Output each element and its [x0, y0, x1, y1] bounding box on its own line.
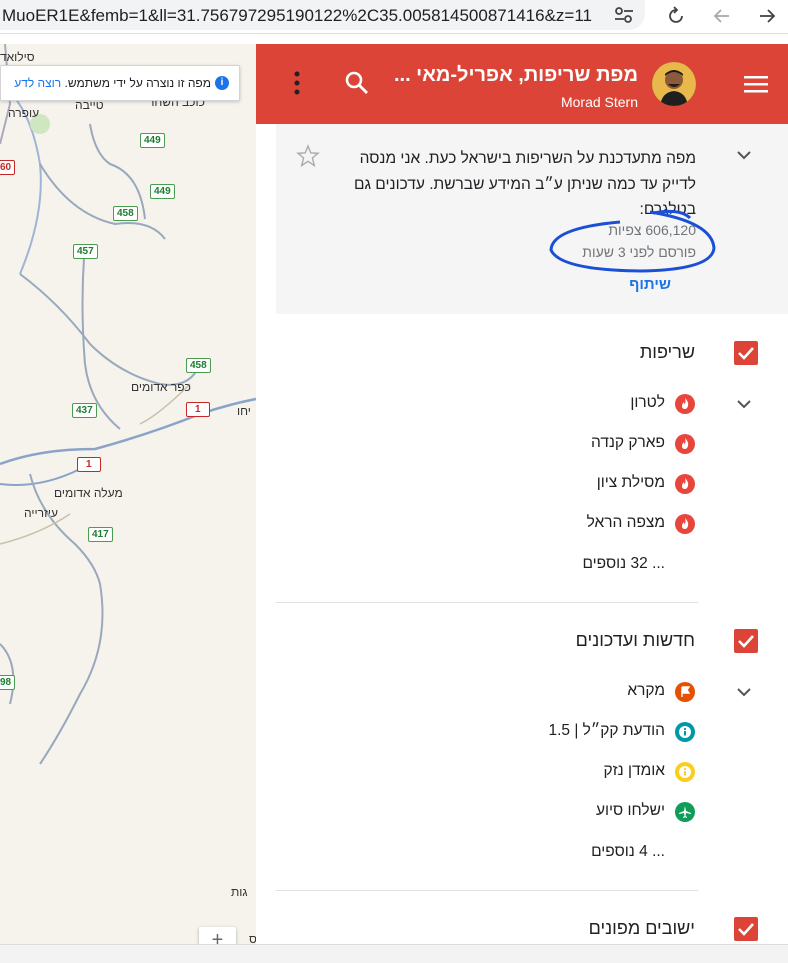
- layer-title-news[interactable]: חדשות ועדכונים: [576, 630, 695, 651]
- menu-icon[interactable]: [744, 74, 768, 94]
- map-canvas[interactable]: סילואד כוכב השחר עופרה טייבה כפר אדומים …: [0, 44, 256, 944]
- list-item-label: לטרון: [630, 394, 665, 411]
- flag-icon: [675, 682, 695, 702]
- notice-text: מפה זו נוצרה על ידי משתמש.: [64, 76, 211, 90]
- route-shield: 449: [140, 133, 165, 148]
- route-shield: 458: [113, 206, 138, 221]
- star-icon[interactable]: [296, 144, 320, 168]
- address-bar[interactable]: MuoER1E&femb=1&ll=31.756797295190122%2C3…: [0, 0, 645, 30]
- notice-learn-more-link[interactable]: רוצה לדע: [14, 76, 61, 90]
- plane-icon: [675, 802, 695, 822]
- list-item[interactable]: מצפה הראל: [555, 514, 695, 536]
- posted-time: פורסם לפני 3 שעות: [582, 244, 696, 260]
- list-item-label: פארק קנדה: [590, 434, 665, 451]
- layer-checkbox-evacuated[interactable]: [734, 917, 758, 941]
- avatar[interactable]: [652, 62, 696, 106]
- route-shield: 1: [186, 402, 210, 417]
- more-items-link[interactable]: ... 32 נוספים: [582, 555, 665, 573]
- layer-expand-chevron-icon[interactable]: [736, 687, 752, 697]
- browser-toolbar: MuoER1E&femb=1&ll=31.756797295190122%2C3…: [0, 0, 788, 34]
- zoom-in-button[interactable]: +: [199, 927, 236, 944]
- collapse-chevron-icon[interactable]: [736, 150, 752, 160]
- divider: [276, 890, 698, 891]
- map-label: מעלה אדומים: [54, 486, 123, 500]
- user-map-notice: i מפה זו נוצרה על ידי משתמש. רוצה לדע: [0, 65, 240, 101]
- list-item[interactable]: הודעת קק״ל | 1.5: [515, 722, 695, 744]
- list-item-label: הודעת קק״ל | 1.5: [548, 722, 665, 739]
- site-settings-icon[interactable]: [613, 5, 635, 25]
- route-shield: 1: [77, 457, 101, 472]
- fire-icon: [675, 474, 695, 494]
- list-item-label: מצפה הראל: [586, 514, 665, 531]
- taskbar: [0, 944, 788, 963]
- map-title: מפת שריפות, אפריל-מאי ...: [393, 64, 638, 86]
- map-author[interactable]: Morad Stern: [561, 94, 638, 110]
- map-legend-panel: מפת שריפות, אפריל-מאי ... Morad Stern מפ…: [256, 44, 788, 944]
- map-roads: [0, 44, 256, 765]
- map-label: גות: [231, 885, 248, 899]
- route-shield: 449: [150, 184, 175, 199]
- url-text[interactable]: MuoER1E&femb=1&ll=31.756797295190122%2C3…: [2, 6, 592, 26]
- forward-arrow-icon[interactable]: [756, 5, 778, 27]
- map-label: עיזרייה: [24, 506, 58, 520]
- list-item[interactable]: לטרון: [555, 394, 695, 416]
- list-item-label: אומדן נזק: [603, 762, 665, 779]
- map-label: כפר אדומים: [131, 380, 191, 394]
- info-icon: i: [215, 76, 229, 90]
- map-label: סילואד: [0, 50, 35, 64]
- list-item-label: מסילת ציון: [596, 474, 665, 491]
- route-shield: 457: [73, 244, 98, 259]
- list-item[interactable]: מקרא: [515, 682, 695, 704]
- route-shield: 458: [186, 358, 211, 373]
- map-label: יחו: [237, 404, 251, 418]
- back-arrow-icon[interactable]: [711, 5, 733, 27]
- layer-expand-chevron-icon[interactable]: [736, 399, 752, 409]
- fire-icon: [675, 514, 695, 534]
- share-link[interactable]: שיתוף: [629, 276, 671, 293]
- reload-icon[interactable]: [665, 5, 687, 27]
- route-shield: 417: [88, 527, 113, 542]
- list-item-label: ישלחו סיוע: [595, 802, 665, 819]
- list-item[interactable]: ישלחו סיוע: [515, 802, 695, 824]
- view-count: 606,120 צפיות: [608, 222, 696, 238]
- list-item-label: מקרא: [627, 682, 665, 699]
- layer-title-fires[interactable]: שריפות: [640, 342, 695, 363]
- search-icon[interactable]: [344, 70, 370, 96]
- route-shield: 98: [0, 675, 16, 690]
- more-items-link[interactable]: ... 4 נוספים: [591, 843, 665, 861]
- list-item[interactable]: אומדן נזק: [515, 762, 695, 784]
- info-icon: [675, 722, 695, 742]
- route-shield: 60: [0, 160, 16, 175]
- route-shield: 437: [72, 403, 97, 418]
- more-options-icon[interactable]: [294, 70, 300, 96]
- fire-icon: [675, 434, 695, 454]
- list-item[interactable]: פארק קנדה: [555, 434, 695, 456]
- layer-checkbox-fires[interactable]: [734, 341, 758, 365]
- panel-header: מפת שריפות, אפריל-מאי ... Morad Stern: [256, 44, 788, 124]
- info-icon: [675, 762, 695, 782]
- layer-title-evacuated[interactable]: ישובים מפונים: [589, 918, 695, 939]
- map-description: מפה מתעדכנת על השריפות בישראל כעת. אני מ…: [353, 150, 696, 218]
- map-label: ס: [249, 932, 256, 944]
- divider: [276, 602, 698, 603]
- map-label: עופרה: [8, 106, 40, 120]
- fire-icon: [675, 394, 695, 414]
- layer-checkbox-news[interactable]: [734, 629, 758, 653]
- list-item[interactable]: מסילת ציון: [555, 474, 695, 496]
